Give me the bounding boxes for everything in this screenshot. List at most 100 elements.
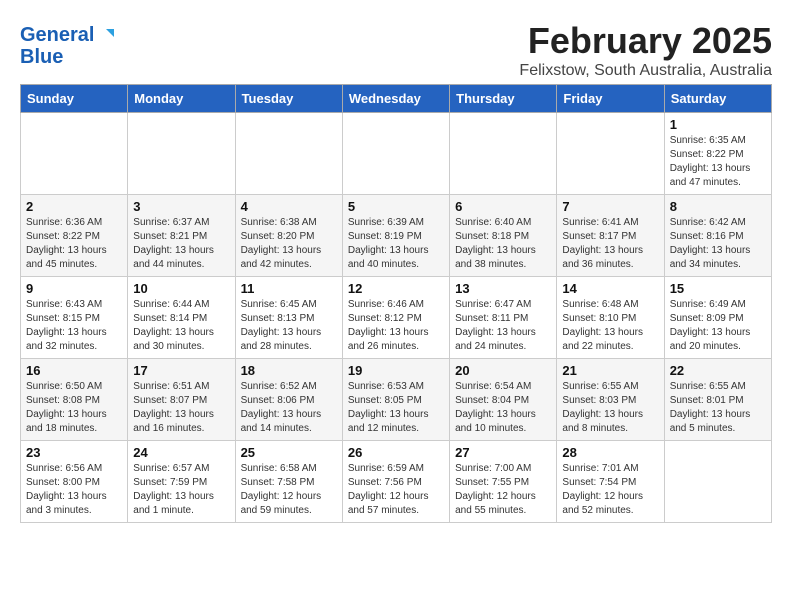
calendar-day-cell: 6 Sunrise: 6:40 AM Sunset: 8:18 PM Daylig… (450, 195, 557, 277)
day-info-text: Sunrise: 6:40 AM Sunset: 8:18 PM Dayligh… (455, 216, 551, 272)
calendar-day-cell: 20 Sunrise: 6:54 AM Sunset: 8:04 PM Dayli… (450, 359, 557, 441)
day-info-text: Sunrise: 6:41 AM Sunset: 8:17 PM Dayligh… (562, 216, 658, 272)
calendar-day-cell: 10Sunrise: 6:44 AM Sunset: 8:14 PM Dayli… (128, 277, 235, 359)
day-info-text: Sunrise: 6:44 AM Sunset: 8:14 PM Dayligh… (133, 298, 229, 354)
day-number: 2 (26, 199, 122, 214)
day-number: 24 (133, 445, 229, 460)
day-number: 23 (26, 445, 122, 460)
calendar-header: February 2025 Felixstow, South Australia… (20, 20, 772, 80)
calendar-day-cell: 12Sunrise: 6:46 AM Sunset: 8:12 PM Dayli… (342, 277, 449, 359)
day-number: 5 (348, 199, 444, 214)
calendar-day-cell: 13 Sunrise: 6:47 AM Sunset: 8:11 PM Dayli… (450, 277, 557, 359)
calendar-day-cell (557, 113, 664, 195)
calendar-day-cell: 3 Sunrise: 6:37 AM Sunset: 8:21 PM Daylig… (128, 195, 235, 277)
day-info-text: Sunrise: 6:58 AM Sunset: 7:58 PM Dayligh… (241, 462, 337, 518)
calendar-week-row: 23 Sunrise: 6:56 AM Sunset: 8:00 PM Dayli… (21, 441, 772, 523)
calendar-day-cell: 24Sunrise: 6:57 AM Sunset: 7:59 PM Dayli… (128, 441, 235, 523)
day-info-text: Sunrise: 6:39 AM Sunset: 8:19 PM Dayligh… (348, 216, 444, 272)
day-info-text: Sunrise: 7:00 AM Sunset: 7:55 PM Dayligh… (455, 462, 551, 518)
calendar-day-cell: 15 Sunrise: 6:49 AM Sunset: 8:09 PM Dayli… (664, 277, 771, 359)
day-number: 27 (455, 445, 551, 460)
day-info-text: Sunrise: 7:01 AM Sunset: 7:54 PM Dayligh… (562, 462, 658, 518)
weekday-header-cell: Wednesday (342, 85, 449, 113)
calendar-header-row: SundayMondayTuesdayWednesdayThursdayFrid… (21, 85, 772, 113)
day-info-text: Sunrise: 6:50 AM Sunset: 8:08 PM Dayligh… (26, 380, 122, 436)
calendar-day-cell (235, 113, 342, 195)
weekday-header-cell: Saturday (664, 85, 771, 113)
day-info-text: Sunrise: 6:36 AM Sunset: 8:22 PM Dayligh… (26, 216, 122, 272)
day-info-text: Sunrise: 6:47 AM Sunset: 8:11 PM Dayligh… (455, 298, 551, 354)
calendar-day-cell: 2 Sunrise: 6:36 AM Sunset: 8:22 PM Daylig… (21, 195, 128, 277)
weekday-header-cell: Friday (557, 85, 664, 113)
logo: GeneralBlue (20, 24, 114, 68)
day-number: 14 (562, 281, 658, 296)
day-number: 1 (670, 117, 766, 132)
day-number: 7 (562, 199, 658, 214)
calendar-day-cell: 16 Sunrise: 6:50 AM Sunset: 8:08 PM Dayli… (21, 359, 128, 441)
day-number: 9 (26, 281, 122, 296)
calendar-day-cell: 9 Sunrise: 6:43 AM Sunset: 8:15 PM Daylig… (21, 277, 128, 359)
day-number: 25 (241, 445, 337, 460)
day-number: 13 (455, 281, 551, 296)
calendar-day-cell: 23 Sunrise: 6:56 AM Sunset: 8:00 PM Dayli… (21, 441, 128, 523)
calendar-day-cell: 21 Sunrise: 6:55 AM Sunset: 8:03 PM Dayli… (557, 359, 664, 441)
day-number: 20 (455, 363, 551, 378)
calendar-week-row: 2 Sunrise: 6:36 AM Sunset: 8:22 PM Daylig… (21, 195, 772, 277)
day-number: 11 (241, 281, 337, 296)
calendar-day-cell: 11 Sunrise: 6:45 AM Sunset: 8:13 PM Dayli… (235, 277, 342, 359)
day-number: 28 (562, 445, 658, 460)
location-subtitle: Felixstow, South Australia, Australia (20, 62, 772, 80)
day-info-text: Sunrise: 6:37 AM Sunset: 8:21 PM Dayligh… (133, 216, 229, 272)
day-info-text: Sunrise: 6:42 AM Sunset: 8:16 PM Dayligh… (670, 216, 766, 272)
month-year-title: February 2025 (20, 20, 772, 62)
calendar-week-row: 1Sunrise: 6:35 AM Sunset: 8:22 PM Daylig… (21, 113, 772, 195)
day-info-text: Sunrise: 6:45 AM Sunset: 8:13 PM Dayligh… (241, 298, 337, 354)
weekday-header-cell: Thursday (450, 85, 557, 113)
day-number: 6 (455, 199, 551, 214)
calendar-day-cell: 19 Sunrise: 6:53 AM Sunset: 8:05 PM Dayli… (342, 359, 449, 441)
calendar-week-row: 16 Sunrise: 6:50 AM Sunset: 8:08 PM Dayli… (21, 359, 772, 441)
calendar-day-cell: 1Sunrise: 6:35 AM Sunset: 8:22 PM Daylig… (664, 113, 771, 195)
weekday-header-cell: Sunday (21, 85, 128, 113)
day-number: 16 (26, 363, 122, 378)
day-number: 15 (670, 281, 766, 296)
day-info-text: Sunrise: 6:53 AM Sunset: 8:05 PM Dayligh… (348, 380, 444, 436)
calendar-day-cell: 28 Sunrise: 7:01 AM Sunset: 7:54 PM Dayli… (557, 441, 664, 523)
calendar-day-cell: 4Sunrise: 6:38 AM Sunset: 8:20 PM Daylig… (235, 195, 342, 277)
day-info-text: Sunrise: 6:56 AM Sunset: 8:00 PM Dayligh… (26, 462, 122, 518)
day-number: 8 (670, 199, 766, 214)
day-number: 12 (348, 281, 444, 296)
day-number: 18 (241, 363, 337, 378)
calendar-day-cell: 7 Sunrise: 6:41 AM Sunset: 8:17 PM Daylig… (557, 195, 664, 277)
calendar-day-cell: 22 Sunrise: 6:55 AM Sunset: 8:01 PM Dayli… (664, 359, 771, 441)
day-info-text: Sunrise: 6:54 AM Sunset: 8:04 PM Dayligh… (455, 380, 551, 436)
day-info-text: Sunrise: 6:43 AM Sunset: 8:15 PM Dayligh… (26, 298, 122, 354)
calendar-day-cell: 27 Sunrise: 7:00 AM Sunset: 7:55 PM Dayli… (450, 441, 557, 523)
calendar-week-row: 9 Sunrise: 6:43 AM Sunset: 8:15 PM Daylig… (21, 277, 772, 359)
weekday-header-cell: Tuesday (235, 85, 342, 113)
calendar-day-cell: 25 Sunrise: 6:58 AM Sunset: 7:58 PM Dayli… (235, 441, 342, 523)
calendar-table: SundayMondayTuesdayWednesdayThursdayFrid… (20, 84, 772, 523)
day-info-text: Sunrise: 6:55 AM Sunset: 8:03 PM Dayligh… (562, 380, 658, 436)
day-info-text: Sunrise: 6:49 AM Sunset: 8:09 PM Dayligh… (670, 298, 766, 354)
day-number: 17 (133, 363, 229, 378)
calendar-day-cell: 26Sunrise: 6:59 AM Sunset: 7:56 PM Dayli… (342, 441, 449, 523)
day-number: 26 (348, 445, 444, 460)
day-number: 22 (670, 363, 766, 378)
calendar-day-cell: 17 Sunrise: 6:51 AM Sunset: 8:07 PM Dayli… (128, 359, 235, 441)
day-number: 3 (133, 199, 229, 214)
day-info-text: Sunrise: 6:52 AM Sunset: 8:06 PM Dayligh… (241, 380, 337, 436)
day-info-text: Sunrise: 6:38 AM Sunset: 8:20 PM Dayligh… (241, 216, 337, 272)
calendar-day-cell: 5 Sunrise: 6:39 AM Sunset: 8:19 PM Daylig… (342, 195, 449, 277)
day-info-text: Sunrise: 6:55 AM Sunset: 8:01 PM Dayligh… (670, 380, 766, 436)
calendar-day-cell (342, 113, 449, 195)
weekday-header-cell: Monday (128, 85, 235, 113)
day-number: 19 (348, 363, 444, 378)
calendar-day-cell (128, 113, 235, 195)
day-info-text: Sunrise: 6:48 AM Sunset: 8:10 PM Dayligh… (562, 298, 658, 354)
calendar-day-cell: 14 Sunrise: 6:48 AM Sunset: 8:10 PM Dayli… (557, 277, 664, 359)
day-number: 21 (562, 363, 658, 378)
day-info-text: Sunrise: 6:51 AM Sunset: 8:07 PM Dayligh… (133, 380, 229, 436)
calendar-day-cell (664, 441, 771, 523)
calendar-day-cell: 18 Sunrise: 6:52 AM Sunset: 8:06 PM Dayli… (235, 359, 342, 441)
